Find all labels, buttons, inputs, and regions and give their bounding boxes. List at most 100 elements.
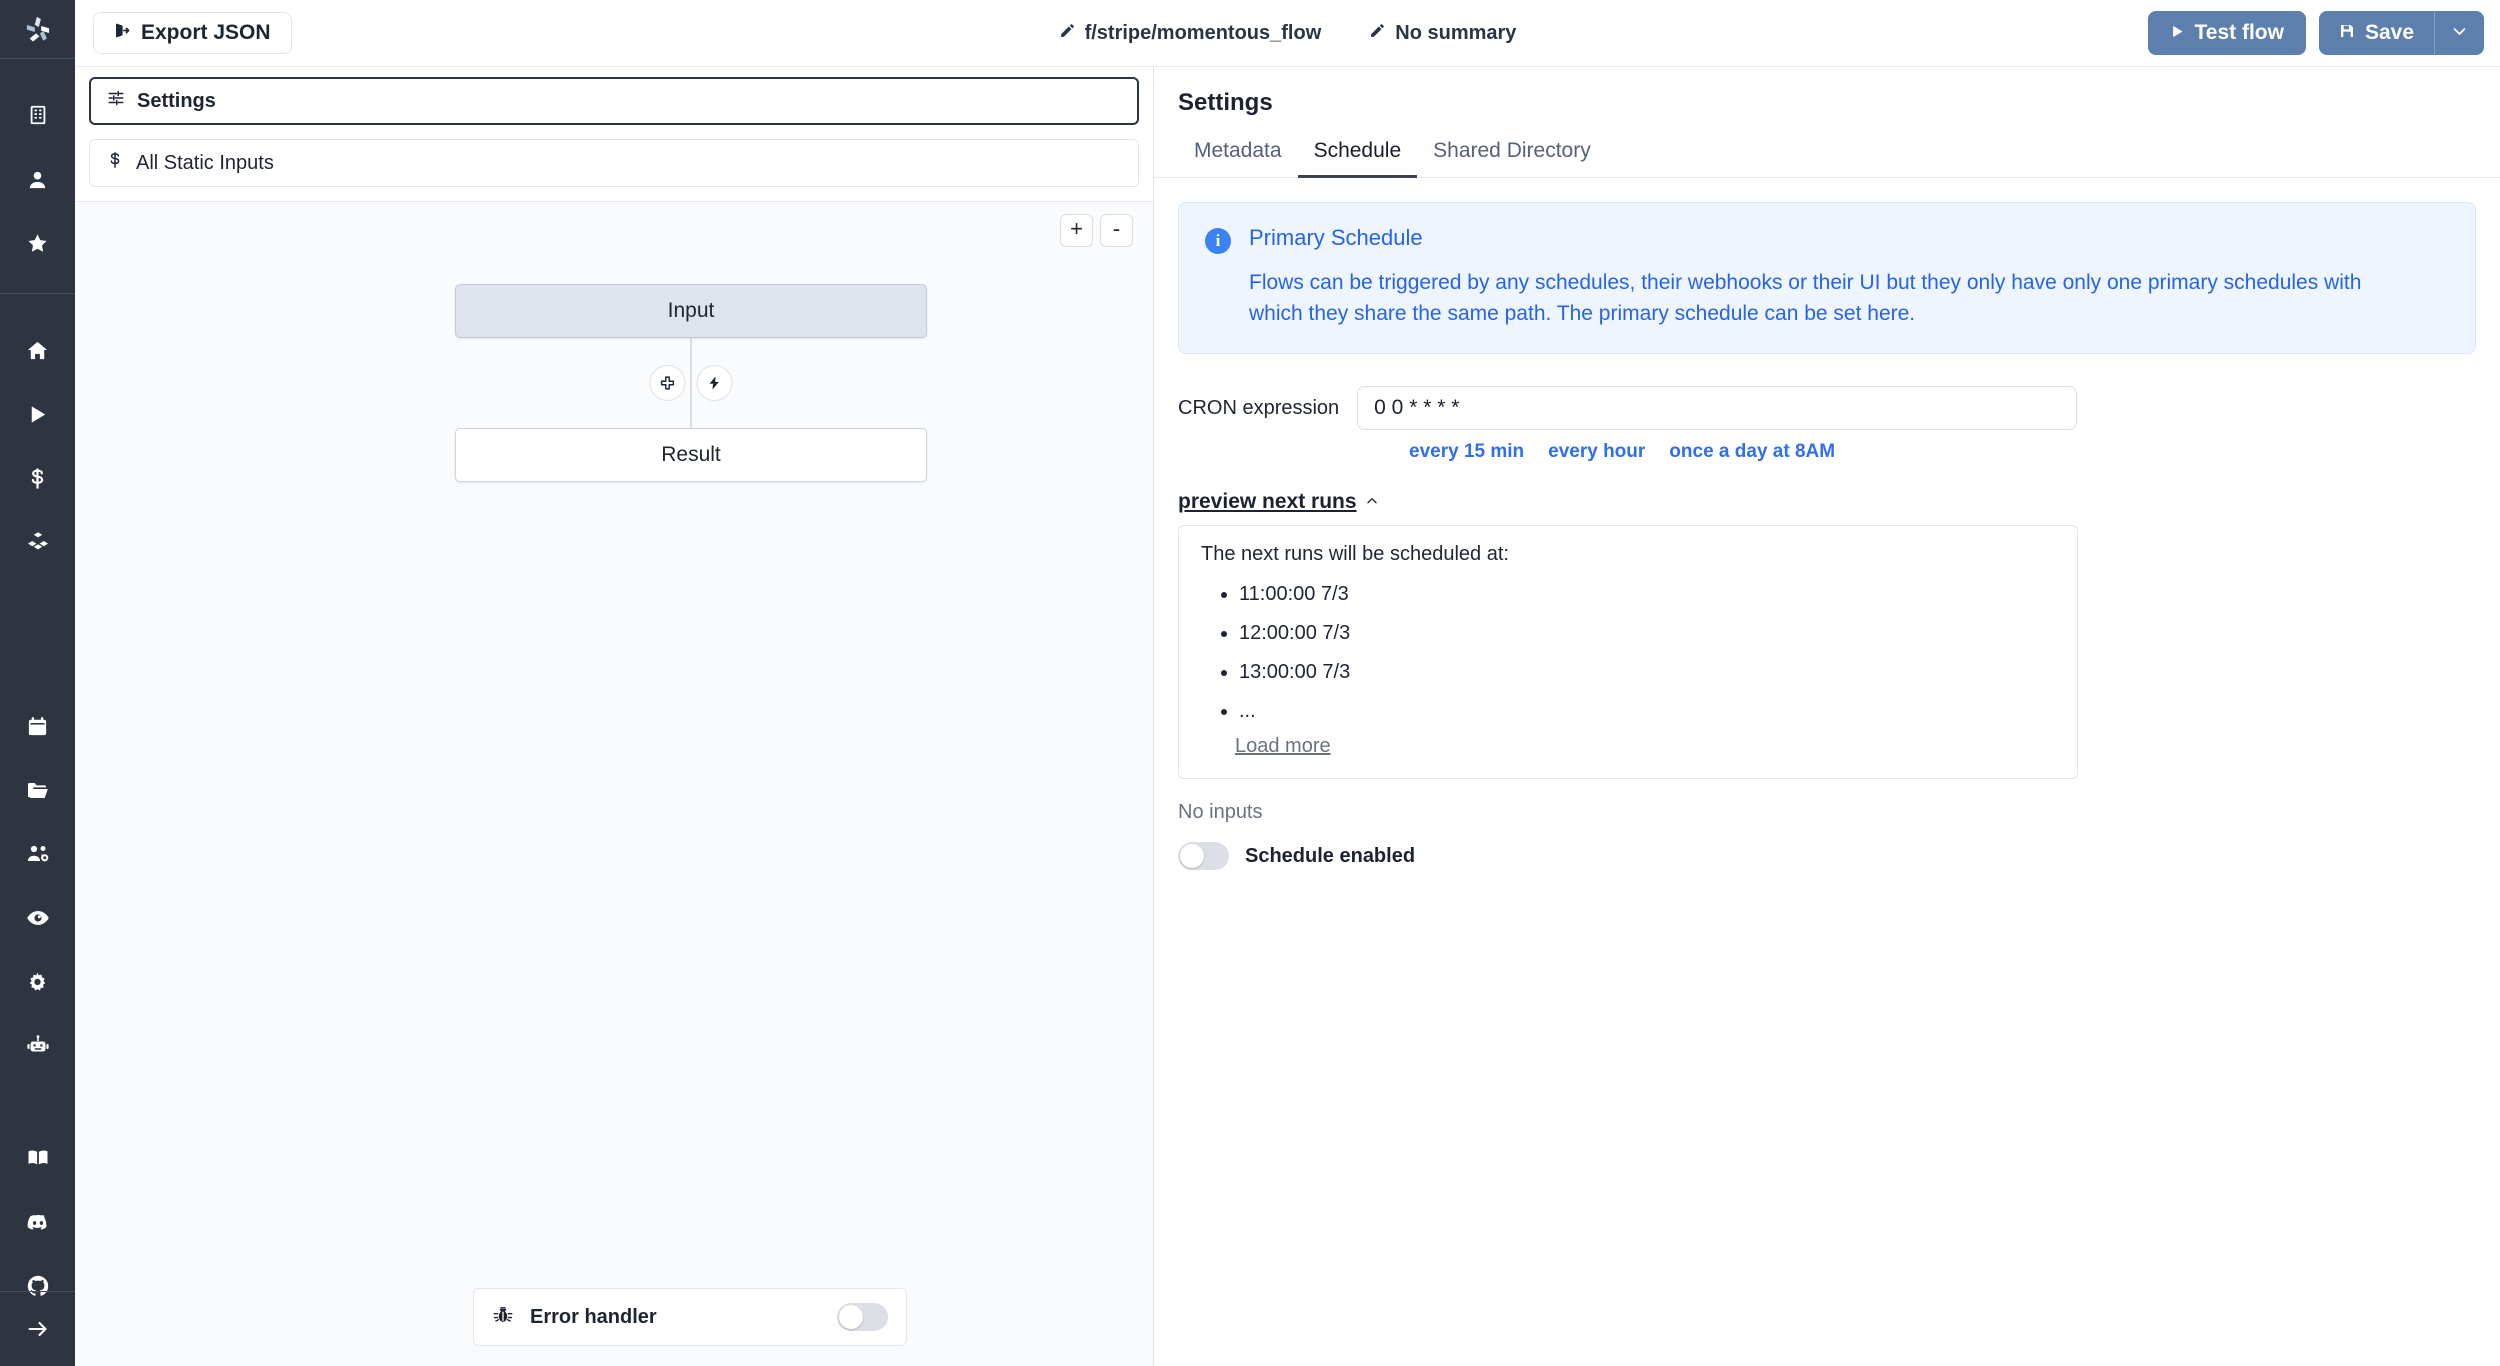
zoom-out-button[interactable]: - xyxy=(1100,214,1133,247)
info-icon: i xyxy=(1205,228,1231,254)
groups-icon[interactable] xyxy=(0,822,75,886)
left-nav-rail xyxy=(0,0,75,1366)
add-node-icon[interactable] xyxy=(649,365,686,401)
flow-node-input-label: Input xyxy=(667,299,715,322)
cron-shortcuts: every 15 min every hour once a day at 8A… xyxy=(1409,441,2476,463)
home-icon[interactable] xyxy=(0,318,75,382)
tab-schedule[interactable]: Schedule xyxy=(1297,133,1418,178)
callout-body: Flows can be triggered by any schedules,… xyxy=(1249,271,2362,326)
flow-meta: f/stripe/momentous_flow No summary xyxy=(75,0,2500,67)
preview-next-runs-toggle[interactable]: preview next runs xyxy=(1178,490,1379,514)
rail-group-admin xyxy=(0,694,75,1078)
list-item: 12:00:00 7/3 xyxy=(1239,614,2055,653)
preview-next-runs-label: preview next runs xyxy=(1178,490,1357,514)
error-handler-label: Error handler xyxy=(530,1305,657,1328)
flow-module-list: Settings All Static Inputs xyxy=(75,67,1153,201)
bug-icon xyxy=(492,1304,514,1331)
flow-module-settings[interactable]: Settings xyxy=(89,77,1139,125)
preview-lead: The next runs will be scheduled at: xyxy=(1201,543,1509,566)
cron-expression-row: CRON expression xyxy=(1178,386,2476,431)
user-icon[interactable] xyxy=(0,147,75,211)
docs-icon[interactable] xyxy=(0,1126,75,1190)
resources-icon[interactable] xyxy=(0,510,75,574)
flow-path-edit[interactable]: f/stripe/momentous_flow xyxy=(1059,22,1322,45)
cron-shortcut-every-hour[interactable]: every hour xyxy=(1548,441,1645,463)
workspace-icon[interactable] xyxy=(0,83,75,147)
load-more-link[interactable]: Load more xyxy=(1235,735,1331,758)
schedules-icon[interactable] xyxy=(0,694,75,758)
flow-graph: Input Result xyxy=(455,284,927,482)
settings-title: Settings xyxy=(1178,89,1273,116)
save-label: Save xyxy=(2364,21,2414,44)
primary-schedule-callout: i Primary Schedule Flows can be triggere… xyxy=(1178,202,2476,355)
flow-summary-edit[interactable]: No summary xyxy=(1369,22,1516,45)
rail-bottom xyxy=(0,1291,75,1366)
runs-icon[interactable] xyxy=(0,382,75,446)
workers-icon[interactable] xyxy=(0,1014,75,1078)
error-handler-toggle[interactable] xyxy=(837,1303,888,1331)
list-item: ... xyxy=(1239,692,2055,731)
schedule-enabled-toggle[interactable] xyxy=(1178,842,1229,871)
top-toolbar: Export JSON f/stripe/momentous_flow No s… xyxy=(75,0,2500,67)
tab-metadata[interactable]: Metadata xyxy=(1178,133,1298,178)
cron-shortcut-once-a-day[interactable]: once a day at 8AM xyxy=(1669,441,1835,463)
top-actions: Test flow Save xyxy=(2147,11,2484,55)
no-inputs-text: No inputs xyxy=(1178,801,1263,824)
callout-title: Primary Schedule xyxy=(1249,225,1423,250)
flow-node-input[interactable]: Input xyxy=(455,284,927,338)
rail-group-links xyxy=(0,1126,75,1318)
star-icon[interactable] xyxy=(0,211,75,275)
windmill-logo[interactable] xyxy=(0,0,75,58)
save-button-group: Save xyxy=(2318,11,2484,55)
audit-logs-icon[interactable] xyxy=(0,886,75,950)
dollar-icon xyxy=(106,151,124,175)
cron-expression-label: CRON expression xyxy=(1178,396,1340,419)
cron-expression-input[interactable] xyxy=(1357,386,2078,431)
settings-tabs: Metadata Schedule Shared Directory xyxy=(1154,133,2500,178)
list-item: 13:00:00 7/3 xyxy=(1239,653,2055,692)
flow-module-settings-label: Settings xyxy=(137,90,216,112)
edge-actions xyxy=(649,365,733,401)
lightning-icon[interactable] xyxy=(696,365,733,401)
flow-module-static-inputs[interactable]: All Static Inputs xyxy=(89,139,1139,187)
export-json-label: Export JSON xyxy=(141,21,271,44)
flow-node-result-label: Result xyxy=(661,443,721,466)
flow-editor-pane: Settings All Static Inputs + - Input Res… xyxy=(75,67,1154,1366)
save-button[interactable]: Save xyxy=(2318,11,2434,55)
export-icon xyxy=(114,21,131,45)
flow-module-static-inputs-label: All Static Inputs xyxy=(136,152,274,174)
cron-shortcut-every-15-min[interactable]: every 15 min xyxy=(1409,441,1524,463)
chevron-down-icon xyxy=(2451,23,2468,43)
pencil-icon xyxy=(1369,22,1386,45)
rail-group-workspace xyxy=(0,59,75,275)
test-flow-button[interactable]: Test flow xyxy=(2147,11,2306,55)
flow-canvas[interactable]: + - Input Result Error handler xyxy=(75,201,1153,1366)
test-flow-label: Test flow xyxy=(2194,21,2284,44)
flow-path-label: f/stripe/momentous_flow xyxy=(1084,22,1322,44)
error-handler-toggle-wrap xyxy=(837,1303,888,1331)
save-dropdown-button[interactable] xyxy=(2434,11,2484,55)
toggle-knob xyxy=(839,1305,863,1329)
settings-pane: Settings Metadata Schedule Shared Direct… xyxy=(1154,67,2500,1366)
gear-icon[interactable] xyxy=(0,950,75,1014)
callout-text: Primary Schedule Flows can be triggered … xyxy=(1249,225,2379,329)
variables-icon[interactable] xyxy=(0,446,75,510)
zoom-controls: + - xyxy=(1060,214,1133,247)
pencil-icon xyxy=(1059,22,1076,45)
schedule-enabled-label: Schedule enabled xyxy=(1245,844,1416,867)
discord-icon[interactable] xyxy=(0,1190,75,1254)
preview-next-runs-box: The next runs will be scheduled at: 11:0… xyxy=(1178,525,2078,780)
zoom-in-button[interactable]: + xyxy=(1060,214,1093,247)
rail-group-main xyxy=(0,294,75,574)
expand-arrow-icon[interactable] xyxy=(0,1292,75,1366)
floppy-disk-icon xyxy=(2339,21,2355,45)
folders-icon[interactable] xyxy=(0,758,75,822)
sliders-icon xyxy=(107,89,125,113)
toggle-knob xyxy=(1180,844,1204,869)
flow-summary-label: No summary xyxy=(1395,22,1517,44)
tab-shared-directory[interactable]: Shared Directory xyxy=(1417,133,1607,178)
play-icon xyxy=(2170,21,2185,45)
export-json-button[interactable]: Export JSON xyxy=(93,12,292,54)
flow-node-result[interactable]: Result xyxy=(455,428,927,482)
app-root: Export JSON f/stripe/momentous_flow No s… xyxy=(0,0,2500,1366)
